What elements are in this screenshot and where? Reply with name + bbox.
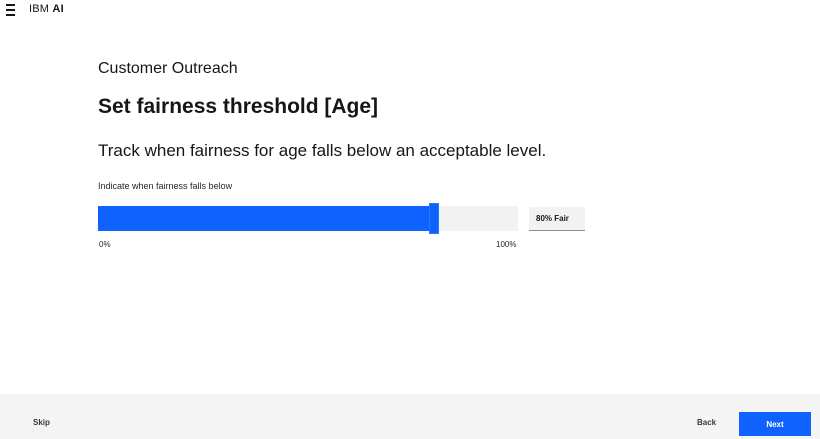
brand-logo[interactable]: IBM AI xyxy=(29,3,64,15)
page-description: Track when fairness for age falls below … xyxy=(98,141,547,160)
brand-prefix: IBM xyxy=(29,3,50,15)
page-title: Set fairness threshold [Age] xyxy=(98,95,379,118)
fairness-value-input[interactable]: 80% Fair xyxy=(529,207,585,231)
footer-bar: Skip Back Next xyxy=(0,394,820,439)
fairness-slider-handle[interactable] xyxy=(430,204,438,233)
skip-button[interactable]: Skip xyxy=(33,418,50,427)
fairness-slider-fill xyxy=(98,206,434,231)
menu-line xyxy=(6,9,15,11)
back-button[interactable]: Back xyxy=(697,418,716,427)
slider-max-label: 100% xyxy=(496,240,517,249)
slider-min-label: 0% xyxy=(99,240,111,249)
top-header: IBM AI xyxy=(0,0,820,22)
brand-name: AI xyxy=(52,3,64,15)
hamburger-menu-icon[interactable] xyxy=(6,4,18,16)
project-breadcrumb: Customer Outreach xyxy=(98,60,238,77)
next-button[interactable]: Next xyxy=(739,412,811,436)
main-content: Customer Outreach Set fairness threshold… xyxy=(98,58,698,249)
slider-label: Indicate when fairness falls below xyxy=(98,181,233,191)
fairness-slider-track[interactable] xyxy=(98,204,518,233)
menu-line xyxy=(6,4,15,6)
menu-line xyxy=(6,14,15,16)
